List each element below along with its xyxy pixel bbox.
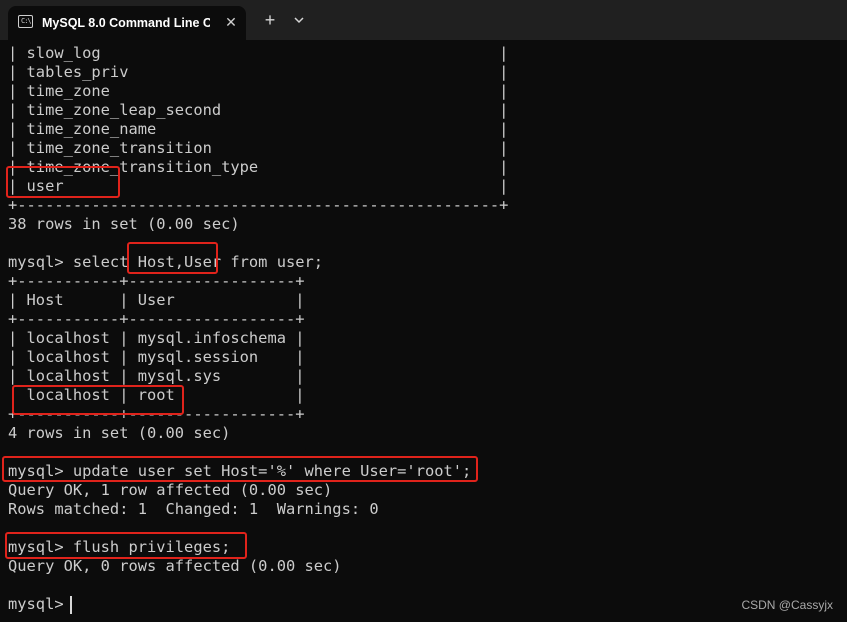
terminal-line: | time_zone_transition_type | <box>8 158 509 176</box>
terminal-icon-glyph: C:\ <box>21 17 32 25</box>
terminal-line: | time_zone_transition | <box>8 139 509 157</box>
terminal-line: mysql> flush privileges; <box>8 538 231 556</box>
terminal-line: 38 rows in set (0.00 sec) <box>8 215 240 233</box>
terminal-icon: C:\ <box>18 15 33 28</box>
terminal-line: +-----------+------------------+ <box>8 272 305 290</box>
terminal-line: Query OK, 1 row affected (0.00 sec) <box>8 481 333 499</box>
tab-bar: C:\ MySQL 8.0 Command Line Client ✕ + <box>0 0 847 40</box>
terminal-line: mysql> <box>8 595 73 613</box>
terminal-line: | time_zone_name | <box>8 120 509 138</box>
terminal-line: | slow_log | <box>8 44 509 62</box>
terminal-line: +-----------+------------------+ <box>8 405 305 423</box>
terminal-line: mysql> select Host,User from user; <box>8 253 324 271</box>
terminal-line: | time_zone | <box>8 82 509 100</box>
terminal-line: +-----------+------------------+ <box>8 310 305 328</box>
terminal-line: Query OK, 0 rows affected (0.00 sec) <box>8 557 342 575</box>
close-icon[interactable]: ✕ <box>222 13 240 31</box>
terminal-line: | localhost | mysql.session | <box>8 348 305 366</box>
new-tab-button[interactable]: + <box>260 10 280 30</box>
watermark: CSDN @Cassyjx <box>741 598 833 612</box>
terminal-line: | localhost | mysql.infoschema | <box>8 329 305 347</box>
terminal-line: | localhost | mysql.sys | <box>8 367 305 385</box>
terminal-output[interactable]: | slow_log | | tables_priv | | time_zone |… <box>0 40 847 622</box>
terminal-line: | localhost | root | <box>8 386 305 404</box>
terminal-window: C:\ MySQL 8.0 Command Line Client ✕ + | … <box>0 0 847 622</box>
terminal-line: | user | <box>8 177 509 195</box>
tab-title: MySQL 8.0 Command Line Client <box>42 16 210 30</box>
terminal-line: Rows matched: 1 Changed: 1 Warnings: 0 <box>8 500 379 518</box>
terminal-line: | Host | User | <box>8 291 305 309</box>
tab-mysql-client[interactable]: C:\ MySQL 8.0 Command Line Client ✕ <box>8 6 246 40</box>
terminal-line: 4 rows in set (0.00 sec) <box>8 424 231 442</box>
terminal-line: | tables_priv | <box>8 63 509 81</box>
text-cursor <box>70 596 72 614</box>
terminal-line: +---------------------------------------… <box>8 196 509 214</box>
chevron-down-icon[interactable] <box>289 10 309 30</box>
terminal-line: | time_zone_leap_second | <box>8 101 509 119</box>
terminal-line: mysql> update user set Host='%' where Us… <box>8 462 472 480</box>
